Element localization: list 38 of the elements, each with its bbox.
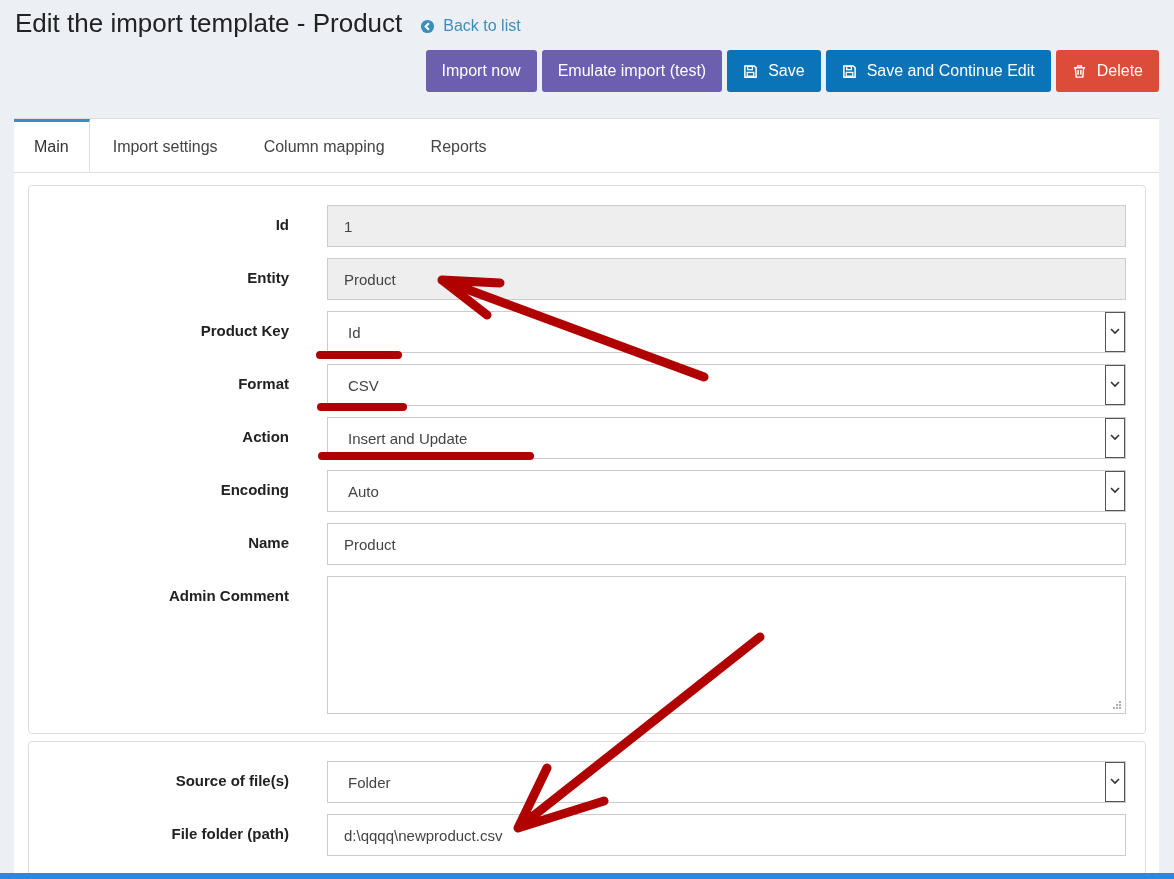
field-label: Entity: [246, 268, 289, 286]
action-button[interactable]: Save and Continue Edit: [825, 50, 1051, 92]
select-field[interactable]: Id: [327, 311, 1126, 353]
tab[interactable]: Reports: [407, 119, 510, 172]
tab[interactable]: Import settings: [89, 119, 241, 172]
select-field[interactable]: Insert and Update: [327, 417, 1126, 459]
dropdown-chevron-icon: [1105, 418, 1125, 458]
dropdown-chevron-icon: [1105, 762, 1125, 802]
readonly-field: Product: [327, 258, 1126, 300]
field-label: File folder (path): [170, 824, 289, 842]
tab[interactable]: Main: [14, 119, 90, 172]
field-label: Name: [247, 533, 289, 551]
field-label: Id: [274, 215, 289, 233]
back-arrow-circle-icon: [420, 18, 436, 34]
field-label: Encoding: [219, 480, 289, 498]
field-label: Admin Comment: [168, 586, 289, 604]
comment-textarea[interactable]: [327, 576, 1126, 714]
field-label: Action: [241, 427, 289, 445]
dropdown-chevron-icon: [1105, 312, 1125, 352]
text-field[interactable]: d:\qqqq\newproduct.csv: [327, 814, 1126, 856]
field-label: Format: [237, 374, 289, 392]
field-label: Product Key: [199, 321, 289, 339]
select-field[interactable]: CSV: [327, 364, 1126, 406]
select-field[interactable]: Folder: [327, 761, 1126, 803]
trash-icon: [1071, 63, 1087, 79]
page-title: Edit the import template - Product: [15, 7, 403, 39]
readonly-field: 1: [327, 205, 1126, 247]
resize-grip-icon: [1112, 700, 1122, 710]
dropdown-chevron-icon: [1105, 365, 1125, 405]
action-button[interactable]: Import now: [425, 50, 537, 92]
field-label: Source of file(s): [174, 771, 289, 789]
text-field[interactable]: Product: [327, 523, 1126, 565]
action-button[interactable]: Save: [727, 50, 821, 92]
dropdown-chevron-icon: [1105, 471, 1125, 511]
action-button[interactable]: Delete: [1055, 50, 1159, 92]
tab[interactable]: Column mapping: [240, 119, 408, 172]
select-field[interactable]: Auto: [327, 470, 1126, 512]
action-button[interactable]: Emulate import (test): [541, 50, 723, 92]
